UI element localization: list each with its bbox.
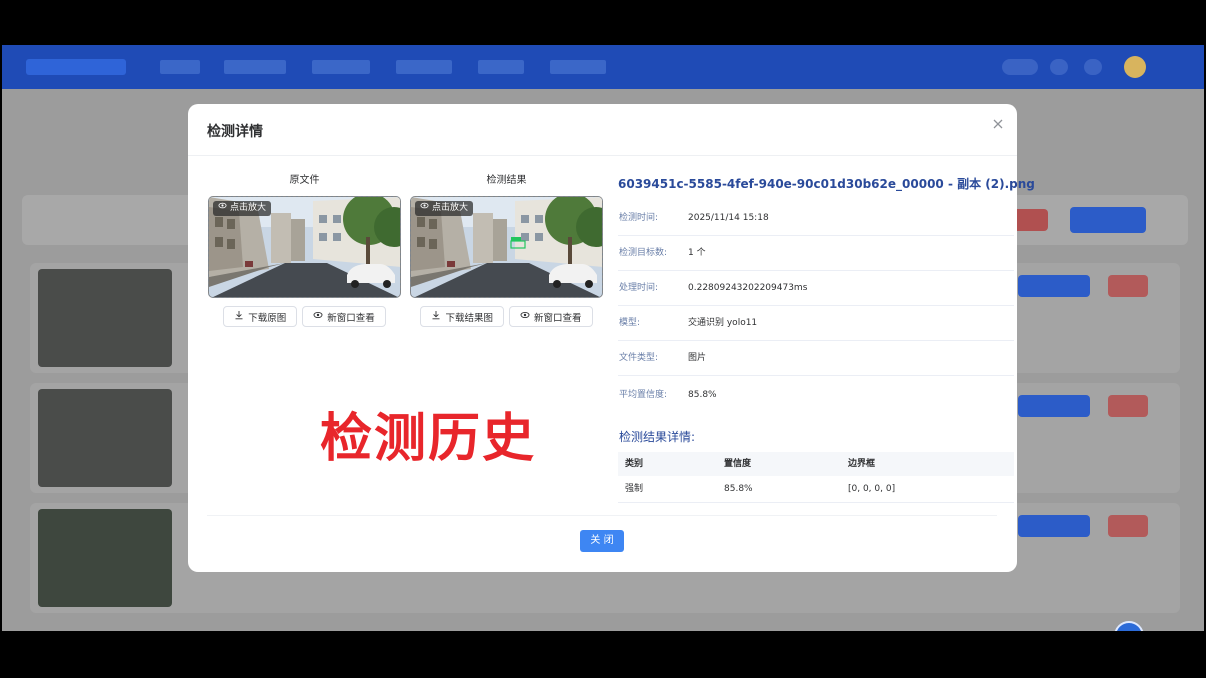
detail-panel: 6039451c-5585-4fef-940e-90c01d30b62e_000… <box>618 174 1035 503</box>
nav-icon[interactable] <box>1084 59 1102 75</box>
original-actions: 下载原图 新窗口查看 <box>208 306 401 327</box>
header-bbox: 边界框 <box>848 459 876 469</box>
nav-icon[interactable] <box>1050 59 1068 75</box>
info-label: 处理时间: <box>619 283 659 293</box>
watermark-text: 检测历史 <box>320 409 537 469</box>
nav-item[interactable] <box>478 60 524 74</box>
info-row-model: 模型: 交通识别 yolo11 <box>618 306 1014 341</box>
download-icon <box>431 310 441 323</box>
nav-item[interactable] <box>312 60 370 74</box>
nav-item[interactable] <box>224 60 286 74</box>
result-actions: 下载结果图 新窗口查看 <box>410 306 603 327</box>
close-button[interactable]: 关 闭 <box>580 530 624 552</box>
nav-item[interactable] <box>160 60 200 74</box>
info-label: 平均置信度: <box>619 390 668 400</box>
results-title: 检测结果详情: <box>619 430 696 444</box>
eye-icon <box>420 201 429 216</box>
nav-user[interactable] <box>1002 59 1038 75</box>
nav-item[interactable] <box>550 60 606 74</box>
info-row-target-count: 检测目标数: 1 个 <box>618 236 1014 271</box>
eye-icon <box>218 201 227 216</box>
history-thumbnail <box>38 269 172 367</box>
bg-button <box>1018 515 1090 537</box>
bg-button <box>1012 209 1048 231</box>
download-result-button[interactable]: 下载结果图 <box>420 306 504 327</box>
table-header: 类别 置信度 边界框 <box>618 452 1014 476</box>
download-original-button[interactable]: 下载原图 <box>223 306 298 327</box>
bg-button <box>1108 275 1148 297</box>
info-row-process-time: 处理时间: 0.22809243202209473ms <box>618 271 1014 306</box>
bg-button <box>1070 207 1146 233</box>
info-label: 检测目标数: <box>619 248 668 258</box>
table-row: 强制 85.8% [0, 0, 0, 0] <box>618 476 1014 503</box>
open-result-label: 新窗口查看 <box>534 312 582 324</box>
eye-icon <box>313 310 323 323</box>
eye-icon <box>520 310 530 323</box>
result-image[interactable]: 点击放大 <box>410 196 603 298</box>
info-row-file-type: 文件类型: 图片 <box>618 341 1014 376</box>
zoom-tag-label: 点击放大 <box>230 203 267 213</box>
history-thumbnail <box>38 509 172 607</box>
original-label: 原文件 <box>289 175 320 186</box>
modal-header: 检测详情 <box>188 104 1017 156</box>
open-original-window-button[interactable]: 新窗口查看 <box>302 306 386 327</box>
bg-button <box>1108 515 1148 537</box>
footer-divider <box>207 515 997 516</box>
info-label: 模型: <box>619 318 641 328</box>
cell-bbox: [0, 0, 0, 0] <box>848 484 896 494</box>
open-result-window-button[interactable]: 新窗口查看 <box>509 306 593 327</box>
detail-modal: 检测详情 原文件 点击放大 下载原图 新窗口查看 检测结果 点击放大 下载结果图… <box>188 104 1035 572</box>
download-original-label: 下载原图 <box>248 312 287 324</box>
avatar[interactable] <box>1124 56 1146 78</box>
download-result-label: 下载结果图 <box>445 312 493 324</box>
file-name: 6039451c-5585-4fef-940e-90c01d30b62e_000… <box>618 177 1035 191</box>
screen: 检测详情 原文件 点击放大 下载原图 新窗口查看 检测结果 点击放大 下载结果图… <box>0 0 1206 678</box>
nav-logo <box>26 59 126 75</box>
results-table: 类别 置信度 边界框 强制 85.8% [0, 0, 0, 0] <box>618 452 1014 503</box>
result-image-panel: 检测结果 点击放大 下载结果图 新窗口查看 <box>410 174 603 327</box>
bg-button <box>1108 395 1148 417</box>
zoom-tag-label: 点击放大 <box>432 203 469 213</box>
cell-confidence: 85.8% <box>724 484 753 494</box>
info-label: 检测时间: <box>619 213 659 223</box>
zoom-tag[interactable]: 点击放大 <box>415 201 474 216</box>
bg-button <box>1018 275 1090 297</box>
info-value: 图片 <box>688 353 707 363</box>
close-icon[interactable] <box>990 116 1006 132</box>
info-value: 0.22809243202209473ms <box>688 283 808 293</box>
header-confidence: 置信度 <box>724 459 752 469</box>
result-label: 检测结果 <box>486 175 527 186</box>
nav-item[interactable] <box>396 60 452 74</box>
bg-button <box>1018 395 1090 417</box>
modal-title: 检测详情 <box>207 124 263 140</box>
info-value: 85.8% <box>688 390 717 400</box>
original-image-panel: 原文件 点击放大 下载原图 新窗口查看 <box>208 174 401 327</box>
float-action-button[interactable] <box>1114 621 1144 631</box>
info-value: 交通识别 yolo11 <box>688 318 758 328</box>
header-class: 类别 <box>625 459 644 469</box>
download-icon <box>234 310 244 323</box>
info-row-avg-confidence: 平均置信度: 85.8% <box>618 378 1014 413</box>
info-value: 1 个 <box>688 248 706 258</box>
zoom-tag[interactable]: 点击放大 <box>213 201 272 216</box>
original-image[interactable]: 点击放大 <box>208 196 401 298</box>
history-thumbnail <box>38 389 172 487</box>
info-label: 文件类型: <box>619 353 659 363</box>
info-row-detect-time: 检测时间: 2025/11/14 15:18 <box>618 201 1014 236</box>
top-navbar <box>2 45 1204 89</box>
cell-class: 强制 <box>625 484 644 494</box>
open-original-label: 新窗口查看 <box>327 312 375 324</box>
info-value: 2025/11/14 15:18 <box>688 213 769 223</box>
